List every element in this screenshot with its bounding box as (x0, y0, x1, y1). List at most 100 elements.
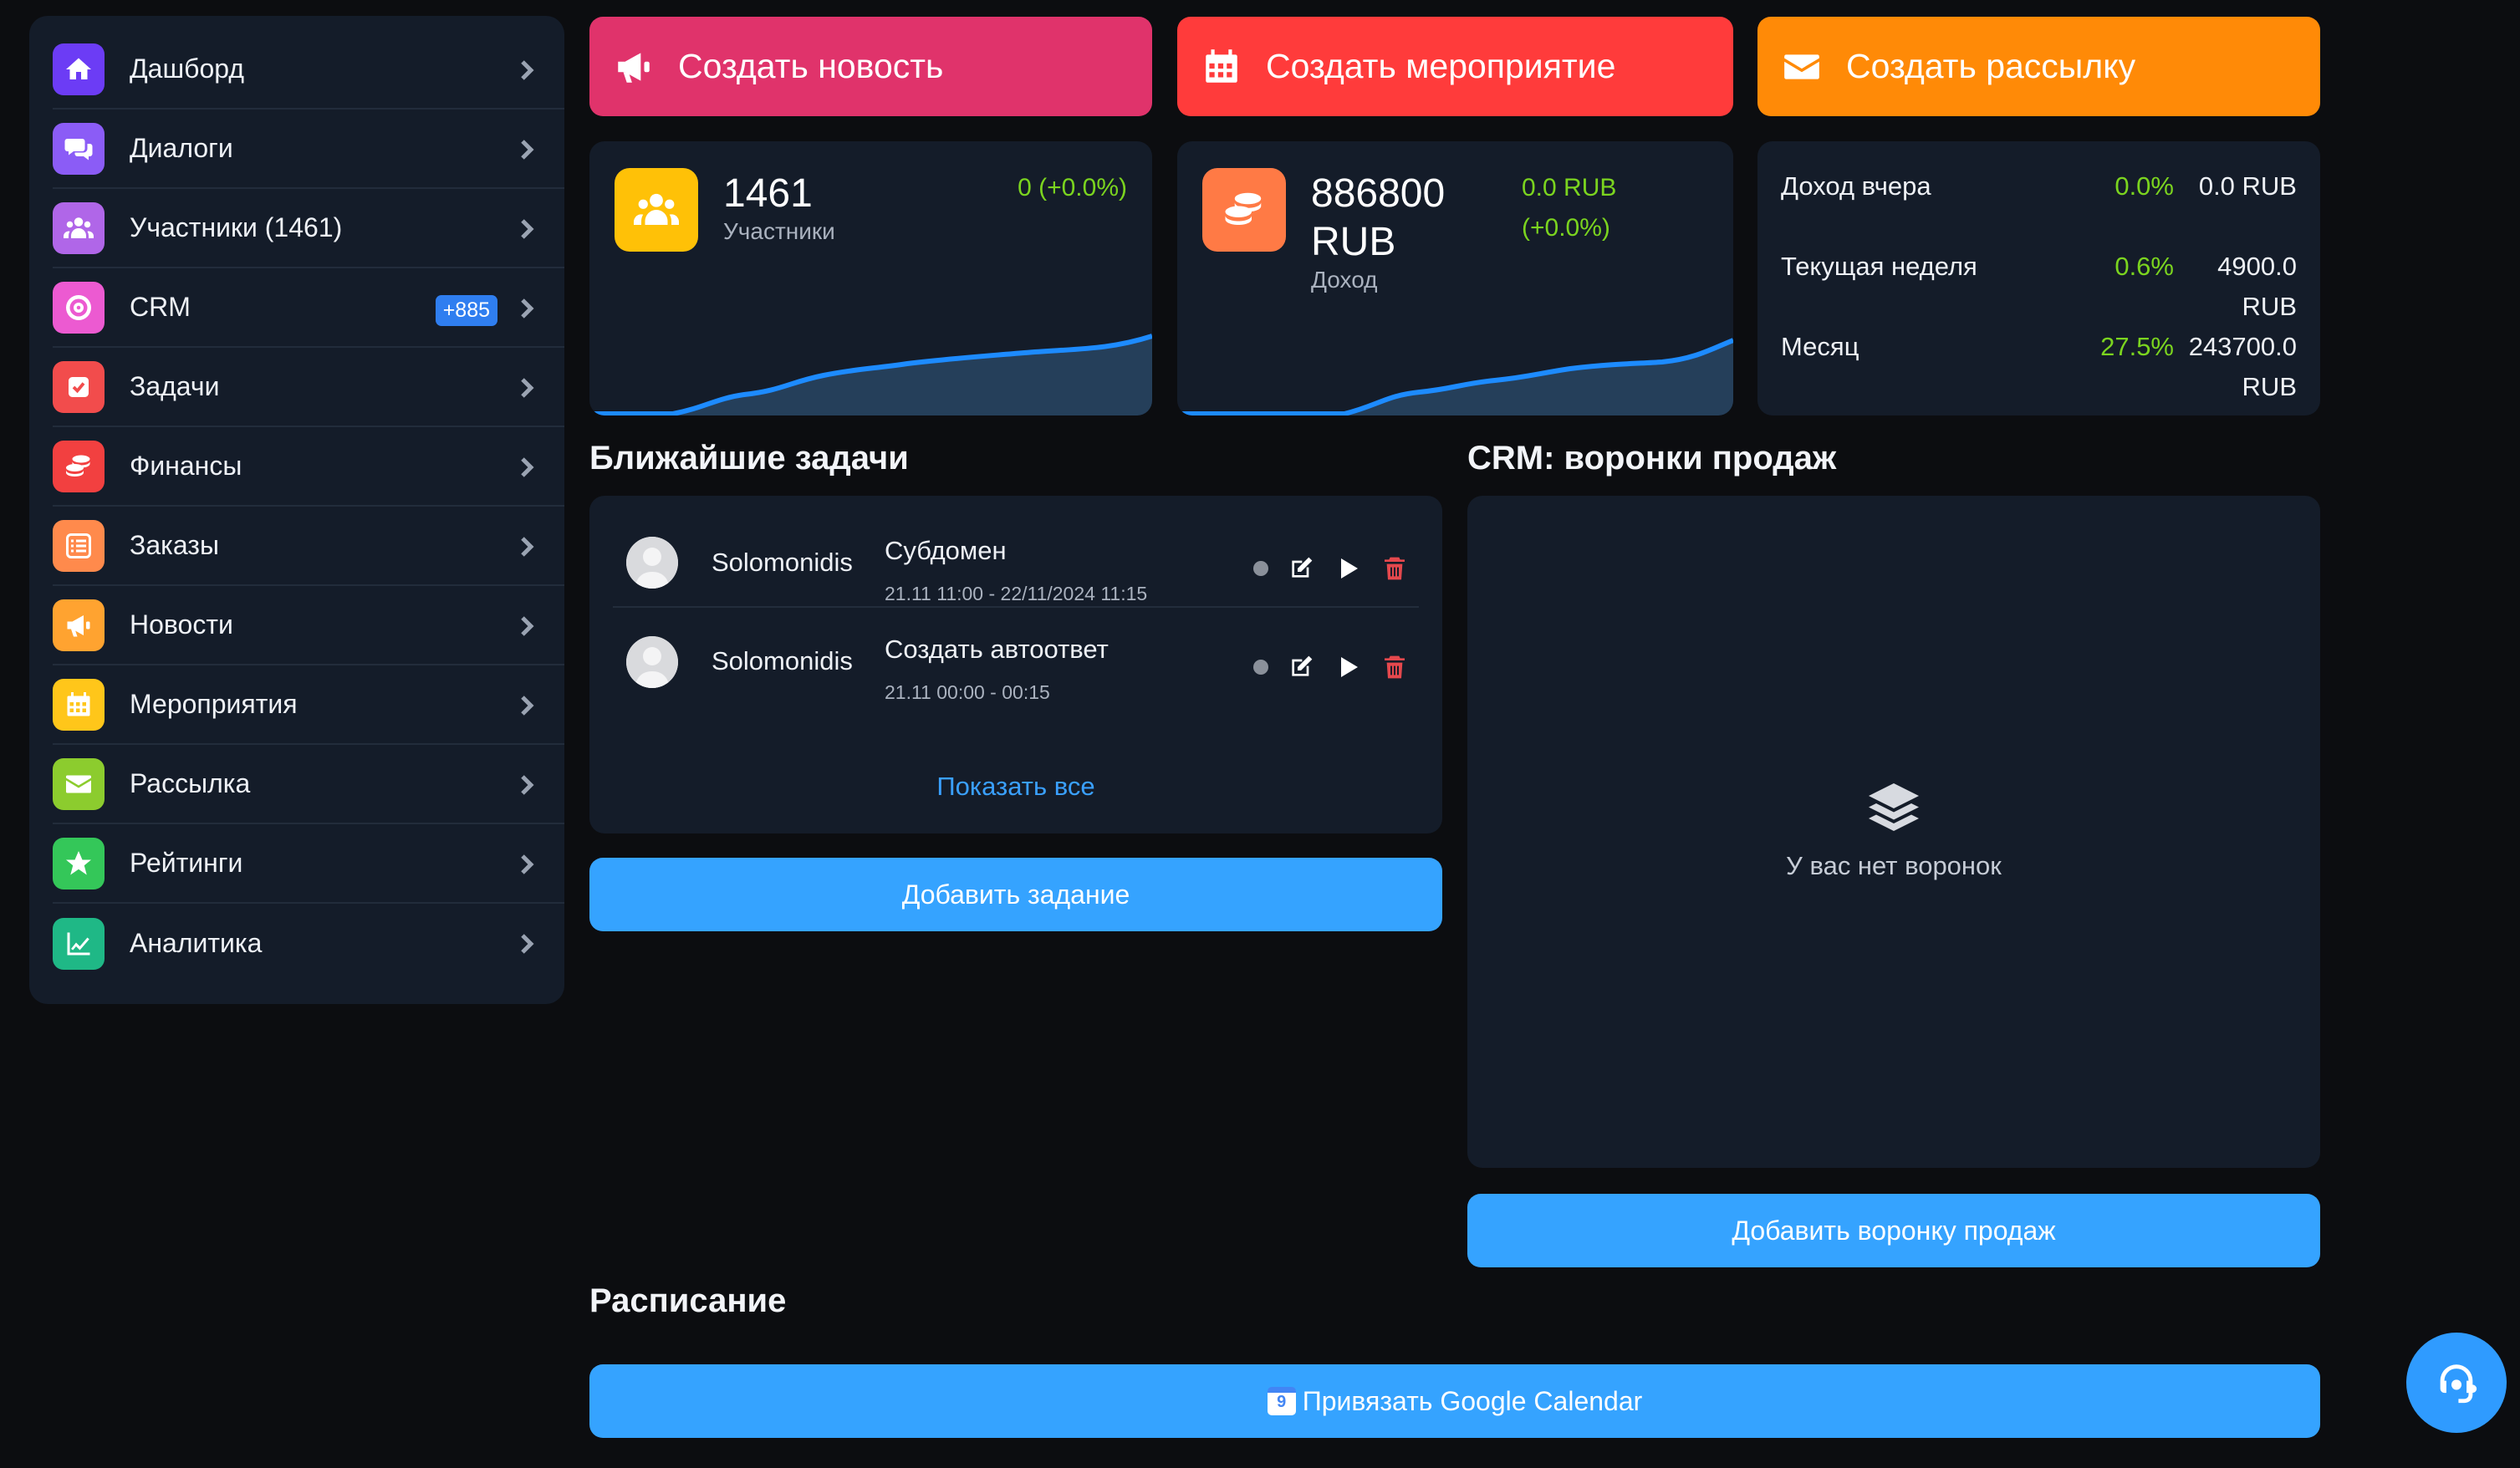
dashboard-page: Дашборд Диалоги Участники (1461) CRM +88… (0, 0, 2520, 1468)
task-time: 21.11 00:00 - 00:15 (885, 681, 1050, 703)
sidebar-item-mailing[interactable]: Рассылка (53, 745, 564, 824)
income-total-currency: RUB (1311, 220, 1396, 264)
income-row-value-line: 243700.0 (2188, 332, 2297, 361)
income-row-week: Текущая неделя 0.6% 4900.0 RUB (1781, 247, 2297, 327)
sidebar-item-finances[interactable]: Финансы (53, 427, 564, 507)
income-row-value-unit: RUB (2242, 372, 2297, 401)
sidebar-item-label: CRM (130, 292, 191, 322)
star-icon (53, 837, 105, 889)
coins-icon (53, 440, 105, 492)
play-icon[interactable] (1334, 653, 1362, 681)
income-row-value-unit: RUB (2242, 292, 2297, 321)
members-caption: Участники (723, 218, 835, 244)
sidebar-item-label: Финансы (130, 451, 242, 481)
income-stat-card: 886800 RUB Доход 0.0 RUB (+0.0%) (1177, 141, 1733, 415)
sidebar-item-crm[interactable]: CRM +885 (53, 268, 564, 348)
link-google-calendar-label: Привязать Google Calendar (1302, 1385, 1643, 1416)
income-row-label: Доход вчера (1781, 171, 1931, 201)
chevron-right-icon (514, 294, 539, 323)
support-chat-button[interactable] (2406, 1333, 2507, 1433)
trash-icon[interactable] (1380, 554, 1409, 583)
sidebar-item-tasks[interactable]: Задачи (53, 348, 564, 427)
income-row-month: Месяц 27.5% 243700.0 RUB (1781, 327, 2297, 407)
layers-icon (1869, 783, 1919, 831)
link-google-calendar-button[interactable]: 9 Привязать Google Calendar (589, 1364, 2320, 1438)
chevron-right-icon (514, 930, 539, 958)
google-calendar-icon-day: 9 (1277, 1393, 1287, 1411)
crm-count-badge: +885 (435, 295, 497, 326)
create-event-label: Создать мероприятие (1266, 47, 1616, 85)
sidebar-item-ratings[interactable]: Рейтинги (53, 824, 564, 904)
tasks-card: Solomonidis Субдомен 21.11 11:00 - 22/11… (589, 496, 1442, 833)
create-news-button[interactable]: Создать новость (589, 17, 1152, 116)
megaphone-icon (618, 52, 650, 83)
add-sales-funnel-button[interactable]: Добавить воронку продаж (1467, 1194, 2320, 1267)
status-dot-icon (1253, 660, 1268, 675)
sidebar-item-members[interactable]: Участники (1461) (53, 189, 564, 268)
sidebar-item-news[interactable]: Новости (53, 586, 564, 665)
income-delta-amount: 0.0 RUB (1522, 174, 1617, 201)
chevron-right-icon (514, 215, 539, 243)
target-icon (53, 281, 105, 334)
income-total-amount: 886800 (1311, 171, 1446, 216)
task-title: Субдомен (885, 536, 1007, 565)
show-all-tasks-link[interactable]: Показать все (589, 772, 1442, 802)
task-actions (1253, 554, 1409, 583)
income-row-percent: 0.0% (2114, 171, 2174, 201)
income-summary-card: Доход вчера 0.0% 0.0 RUB Текущая неделя … (1757, 141, 2320, 415)
task-title: Создать автоответ (885, 635, 1109, 664)
sidebar-item-label: Аналитика (130, 928, 263, 958)
sidebar-item-label: Задачи (130, 371, 220, 401)
headset-icon (2440, 1364, 2477, 1404)
income-sparkline (1177, 338, 1733, 415)
users-icon (53, 201, 105, 254)
chevron-right-icon (514, 374, 539, 402)
calendar-icon (1206, 48, 1237, 83)
chevron-right-icon (514, 533, 539, 561)
chevron-right-icon (514, 691, 539, 720)
income-caption: Доход (1311, 267, 1378, 293)
add-task-button[interactable]: Добавить задание (589, 858, 1442, 931)
task-row[interactable]: Solomonidis Субдомен 21.11 11:00 - 22/11… (613, 496, 1419, 608)
sidebar-item-label: Диалоги (130, 133, 233, 163)
funnels-empty-text: У вас нет воронок (1786, 851, 2002, 880)
tasks-section-title: Ближайшие задачи (589, 440, 909, 477)
crm-section-title: CRM: воронки продаж (1467, 440, 1837, 477)
income-row-value-line: 4900.0 (2217, 252, 2297, 281)
members-stat-card: 1461 Участники 0 (+0.0%) (589, 141, 1152, 415)
income-row-label: Текущая неделя (1781, 252, 1977, 281)
sidebar: Дашборд Диалоги Участники (1461) CRM +88… (29, 16, 564, 1004)
task-user: Solomonidis (712, 646, 853, 675)
task-user: Solomonidis (712, 548, 853, 577)
income-row-value: 4900.0 RUB (2174, 247, 2297, 327)
edit-icon[interactable] (1287, 653, 1315, 681)
task-actions (1253, 653, 1409, 681)
chevron-right-icon (514, 453, 539, 482)
income-row-percent: 0.6% (2114, 252, 2174, 281)
avatar (626, 537, 678, 589)
users-icon (615, 168, 698, 252)
crm-funnels-card: У вас нет воронок (1467, 496, 2320, 1168)
task-row[interactable]: Solomonidis Создать автоответ 21.11 00:0… (613, 608, 1419, 720)
income-delta: 0.0 RUB (+0.0%) (1522, 168, 1616, 248)
sidebar-item-dialogs[interactable]: Диалоги (53, 110, 564, 189)
income-row-percent: 27.5% (2100, 332, 2174, 361)
create-event-button[interactable]: Создать мероприятие (1177, 17, 1733, 116)
sidebar-item-dashboard[interactable]: Дашборд (53, 30, 564, 110)
sidebar-item-orders[interactable]: Заказы (53, 507, 564, 586)
edit-icon[interactable] (1287, 554, 1315, 583)
envelope-icon (1784, 54, 1819, 79)
sidebar-item-events[interactable]: Мероприятия (53, 665, 564, 745)
funnels-empty-state: У вас нет воронок (1467, 778, 2320, 881)
sidebar-item-analytics[interactable]: Аналитика (53, 904, 564, 983)
income-row-value: 243700.0 RUB (2174, 327, 2297, 407)
trash-icon[interactable] (1380, 653, 1409, 681)
play-icon[interactable] (1334, 554, 1362, 583)
google-calendar-icon: 9 (1267, 1387, 1296, 1415)
members-count: 1461 (723, 171, 813, 216)
members-sparkline (589, 334, 1152, 415)
sidebar-item-label: Заказы (130, 530, 219, 560)
create-mailing-button[interactable]: Создать рассылку (1757, 17, 2320, 116)
sidebar-item-label: Участники (1461) (130, 212, 343, 242)
income-row-label: Месяц (1781, 332, 1859, 361)
